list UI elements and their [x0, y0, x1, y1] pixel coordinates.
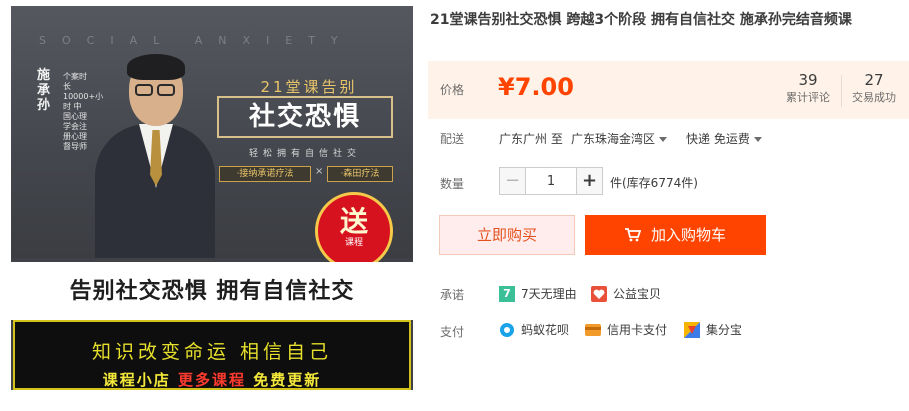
decrease-button[interactable]: − [500, 168, 526, 194]
deals-count: 27 [864, 71, 884, 89]
reviews-label: 累计评论 [786, 91, 830, 104]
payment-label: 支付 [440, 325, 465, 339]
payment-credit-card[interactable]: 信用卡支付 [607, 322, 667, 338]
quantity-label: 数量 [440, 177, 465, 191]
price-label: 价格 [440, 83, 465, 97]
ship-method: 快递 免运费 [686, 132, 750, 146]
cart-icon [624, 228, 641, 242]
product-main-image[interactable]: SOCIAL ANXIETY 施承孙 个案时长10000+小时 中国心理学会注册… [11, 6, 413, 390]
method-separator: × [315, 166, 324, 177]
product-details: 21堂课告别社交恐惧 跨越3个阶段 拥有自信社交 施承孙完结音频课 价格 ¥7.… [428, 0, 909, 411]
shipping-label: 配送 [440, 132, 465, 146]
portrait-glasses-left [135, 84, 153, 96]
method-morita-badge: ·森田疗法 [327, 166, 393, 182]
course-subtitle: 21堂课告别 [260, 78, 358, 96]
course-tagline: 轻松拥有自信社交 [248, 149, 361, 159]
price-value: ¥7.00 [498, 73, 574, 101]
gift-badge-small: 课程 [344, 238, 363, 248]
payment-jifenbao[interactable]: 集分宝 [706, 322, 742, 338]
teacher-description: 个案时长10000+小时 中国心理学会注册心理督导师 [63, 72, 104, 151]
course-banner: SOCIAL ANXIETY 施承孙 个案时长10000+小时 中国心理学会注册… [11, 6, 413, 270]
promo-shop: 课程小店 [102, 371, 171, 389]
increase-button[interactable]: + [576, 168, 602, 194]
charity-badge[interactable]: 公益宝贝 [613, 286, 661, 302]
deals-stat: 27 交易成功 [844, 70, 904, 106]
promo-free-update: 免费更新 [253, 371, 322, 389]
payment-huabei[interactable]: 蚂蚁花呗 [521, 322, 569, 338]
chevron-down-icon [753, 137, 762, 142]
price-panel: 价格 ¥7.00 39 累计评论 27 交易成功 [428, 61, 909, 119]
buy-now-button[interactable]: 立即购买 [439, 215, 575, 255]
quantity-input[interactable] [527, 168, 575, 194]
add-to-cart-button[interactable]: 加入购物车 [585, 215, 766, 255]
add-to-cart-label: 加入购物车 [650, 226, 726, 244]
jifenbao-icon [684, 322, 700, 338]
portrait-glasses-right [157, 84, 175, 96]
return-policy[interactable]: 7天无理由 [521, 286, 577, 302]
chevron-down-icon [659, 137, 668, 142]
portrait-hair [127, 54, 185, 80]
background-caption: SOCIAL ANXIETY [39, 34, 354, 47]
reviews-stat[interactable]: 39 累计评论 [778, 70, 838, 106]
promo-motto: 知识改变命运 相信自己 [91, 341, 333, 363]
ship-method-select[interactable]: 快递 免运费 [686, 130, 762, 147]
method-act-badge: ·接纳承诺疗法 [219, 166, 311, 182]
shop-promo-box: 知识改变命运 相信自己 课程小店 更多课程 免费更新 [13, 320, 411, 390]
quantity-stepper: − + [499, 167, 603, 195]
huabei-icon [500, 323, 514, 337]
teacher-portrait [95, 52, 215, 258]
product-title: 21堂课告别社交恐惧 跨越3个阶段 拥有自信社交 施承孙完结音频课 [430, 12, 852, 28]
ship-destination-select[interactable]: 广东珠海金湾区 [571, 130, 668, 147]
seven-day-return-icon: 7 [499, 286, 515, 302]
stock-info: 件(库存6774件) [610, 176, 698, 190]
ship-destination: 广东珠海金湾区 [571, 132, 656, 146]
ship-from: 广东广州 至 [499, 132, 563, 146]
promo-links: 课程小店 更多课程 免费更新 [15, 369, 409, 390]
reviews-count: 39 [798, 71, 818, 89]
promise-label: 承诺 [440, 288, 465, 302]
course-main-title: 社交恐惧 [217, 96, 393, 138]
charity-heart-icon [591, 286, 607, 302]
stat-divider [841, 75, 842, 107]
deals-label: 交易成功 [852, 91, 896, 104]
course-slogan: 告别社交恐惧 拥有自信社交 [69, 279, 355, 304]
product-page: SOCIAL ANXIETY 施承孙 个案时长10000+小时 中国心理学会注册… [0, 0, 909, 411]
gift-badge: 送 课程 [315, 192, 393, 270]
credit-card-icon [585, 324, 601, 336]
promo-more-courses: 更多课程 [177, 371, 246, 389]
teacher-name: 施承孙 [37, 68, 51, 113]
